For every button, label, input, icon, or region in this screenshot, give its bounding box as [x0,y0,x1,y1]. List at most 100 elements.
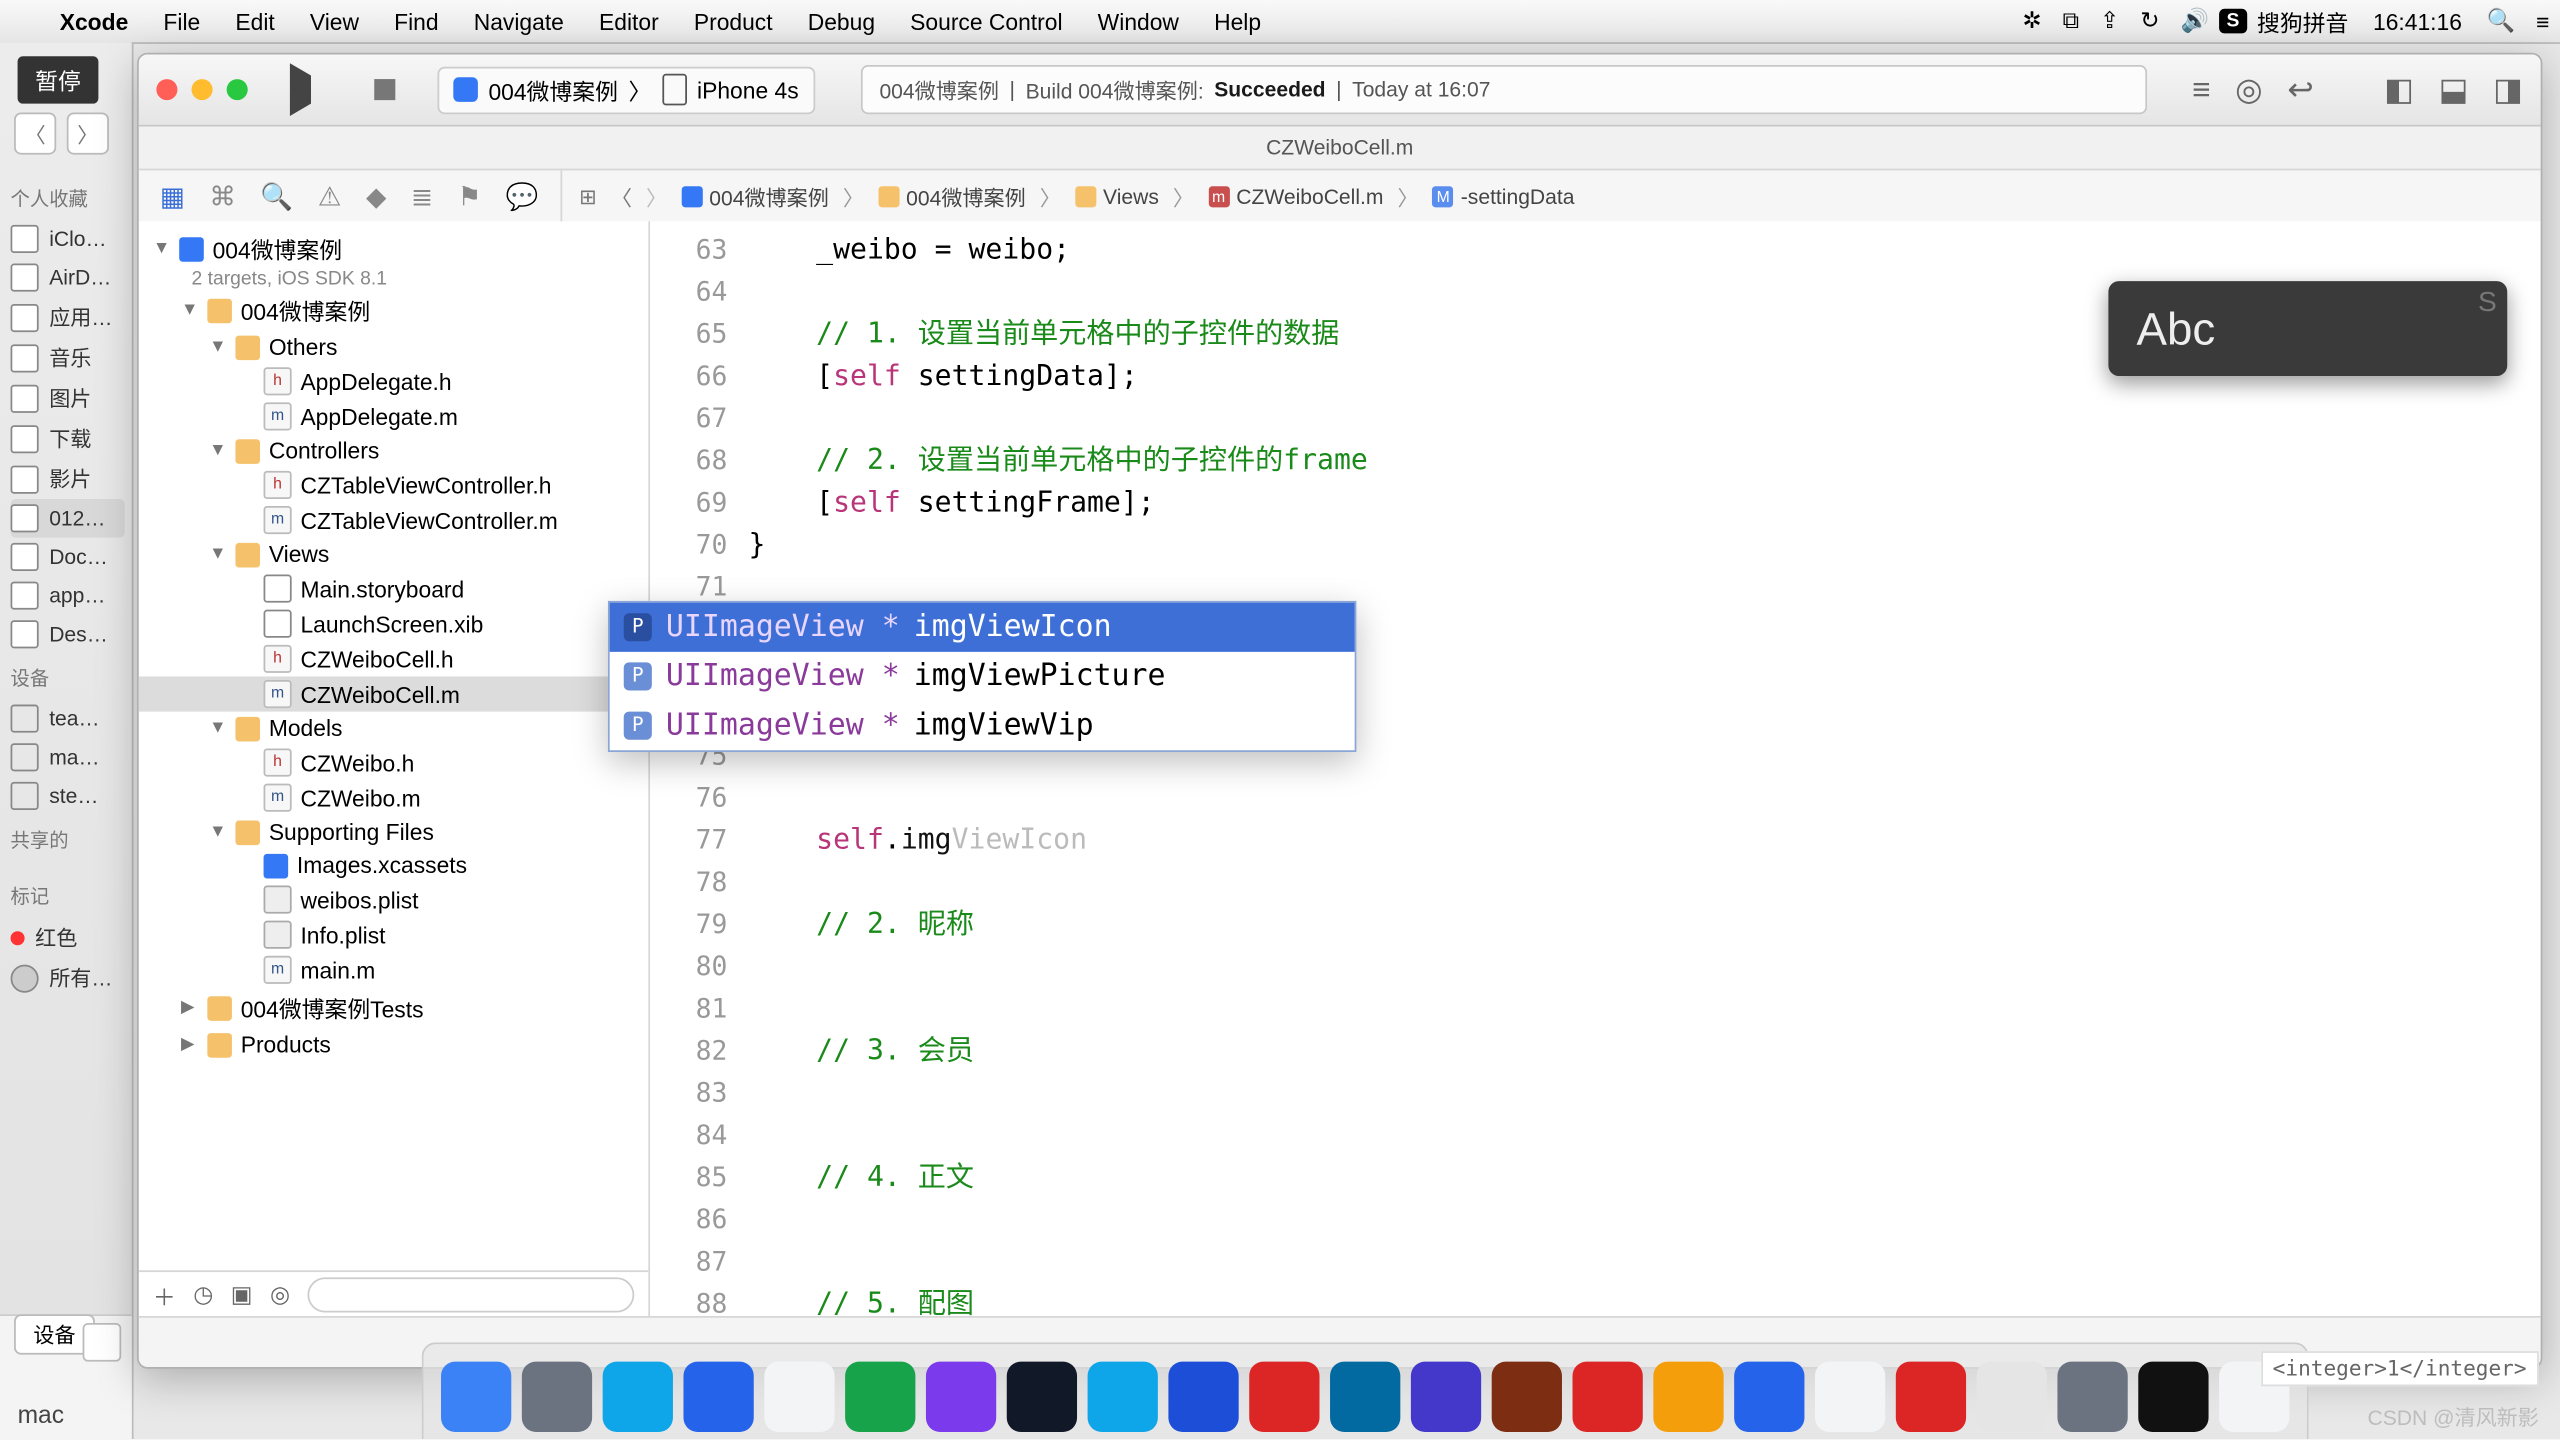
dock-app-icon[interactable] [2057,1362,2127,1432]
tree-item[interactable]: ▶Products [139,1028,649,1061]
dock-app-icon[interactable] [1653,1362,1723,1432]
sidebar-item[interactable]: AirD… [11,258,125,297]
run-button[interactable] [290,63,339,116]
dock-app-icon[interactable] [1330,1362,1400,1432]
tree-item[interactable]: hCZWeibo.h [139,745,649,780]
tag-item[interactable]: 红色 [11,917,125,957]
menubar-extra-icon[interactable]: ✲ [2012,7,2052,35]
dock-app-icon[interactable] [1977,1362,2047,1432]
code-editor[interactable]: 6364656667686970717273747576777879808182… [650,221,2541,1317]
menubar-extra-icon[interactable]: ⇪ [2090,7,2130,35]
eject-icon[interactable] [83,1323,122,1362]
sidebar-item[interactable]: iClo… [11,220,125,259]
tree-item[interactable]: mAppDelegate.m [139,399,649,434]
jump-forward-icon[interactable]: 〉 [646,182,667,212]
tree-item[interactable]: hCZTableViewController.h [139,467,649,502]
autocomplete-item[interactable]: PUIImageView * imgViewVip [610,701,1355,750]
breadcrumb[interactable]: 004微博案例 [878,182,1026,212]
autocomplete-popup[interactable]: PUIImageView * imgViewIcon PUIImageView *… [608,601,1356,752]
dock-app-icon[interactable] [1896,1362,1966,1432]
tag-item[interactable]: 所有… [11,958,125,998]
disclosure-icon[interactable]: ▼ [209,719,227,738]
disclosure-icon[interactable]: ▶ [181,1035,199,1054]
disclosure-icon[interactable]: ▶ [181,998,199,1017]
disclosure-icon[interactable]: ▼ [209,822,227,841]
toggle-left-panel-icon[interactable]: ◧ [2384,71,2414,108]
navigator-symbol-icon[interactable]: ⌘ [209,181,235,213]
tree-item[interactable]: mCZWeibo.m [139,780,649,815]
breadcrumb[interactable]: M-settingData [1433,184,1575,209]
spotlight-icon[interactable]: 🔍 [2476,7,2526,35]
menu-view[interactable]: View [292,8,376,34]
sidebar-item[interactable]: tea… [11,699,125,738]
dock-app-icon[interactable] [1734,1362,1804,1432]
dock-app-icon[interactable] [522,1362,592,1432]
disclosure-icon[interactable]: ▼ [209,441,227,460]
standard-editor-icon[interactable]: ≡ [2192,71,2210,108]
filter-input[interactable] [307,1277,634,1312]
clock[interactable]: 16:41:16 [2359,8,2476,34]
forward-button[interactable]: 〉 [67,112,109,154]
dock-app-icon[interactable] [441,1362,511,1432]
tree-item[interactable]: weibos.plist [139,882,649,917]
ime-icon[interactable]: S [2220,9,2247,34]
menu-debug[interactable]: Debug [790,8,892,34]
dock-app-icon[interactable] [845,1362,915,1432]
disclosure-icon[interactable]: ▼ [209,545,227,564]
menu-find[interactable]: Find [377,8,457,34]
menu-editor[interactable]: Editor [581,8,676,34]
tree-item[interactable]: ▼Supporting Files [139,815,649,848]
toggle-bottom-panel-icon[interactable]: ⬓ [2439,71,2469,108]
breadcrumb[interactable]: Views [1075,184,1159,209]
disclosure-icon[interactable]: ▼ [153,239,171,258]
tree-item[interactable]: mCZWeiboCell.m [139,676,649,711]
disclosure-icon[interactable]: ▼ [181,300,199,319]
tree-item[interactable]: hAppDelegate.h [139,364,649,399]
disclosure-icon[interactable]: ▼ [209,337,227,356]
app-name[interactable]: Xcode [42,8,146,34]
sidebar-item[interactable]: app… [11,576,125,615]
screen-record-icon[interactable]: ⧉ [2052,7,2089,35]
sidebar-item[interactable]: 图片 [11,378,125,418]
filter-icon[interactable]: ◎ [270,1281,290,1309]
tree-item[interactable]: ▼Models [139,712,649,745]
assistant-editor-icon[interactable]: ◎ [2235,71,2263,108]
jump-back-icon[interactable]: 〈 [611,182,632,212]
related-items-icon[interactable]: ⊞ [579,184,597,209]
menu-product[interactable]: Product [676,8,790,34]
tree-item[interactable]: LaunchScreen.xib [139,606,649,641]
dock-app-icon[interactable] [2138,1362,2208,1432]
dock-app-icon[interactable] [1249,1362,1319,1432]
menu-file[interactable]: File [146,8,218,34]
dock-app-icon[interactable] [1007,1362,1077,1432]
dock-app-icon[interactable] [1492,1362,1562,1432]
notification-center-icon[interactable]: ≡ [2526,8,2560,34]
menu-edit[interactable]: Edit [218,8,293,34]
tree-item[interactable]: ▼Views [139,538,649,571]
filter-recent-icon[interactable]: ◷ [193,1281,213,1309]
pause-button[interactable]: 暂停 [18,56,99,103]
back-button[interactable]: 〈 [14,112,56,154]
sidebar-item[interactable]: Doc… [11,538,125,577]
filter-scm-icon[interactable]: ▣ [231,1281,253,1309]
tree-item[interactable]: mCZTableViewController.m [139,503,649,538]
sidebar-item[interactable]: 音乐 [11,337,125,377]
breadcrumb[interactable]: mCZWeiboCell.m [1208,184,1383,209]
time-machine-icon[interactable]: ↻ [2130,7,2170,35]
ime-label[interactable]: 搜狗拼音 [2246,4,2358,37]
scheme-selector[interactable]: 004微博案例 〉 iPhone 4s [437,66,814,113]
autocomplete-item[interactable]: PUIImageView * imgViewIcon [610,603,1355,652]
add-button[interactable]: ＋ [153,1278,176,1311]
tree-item[interactable]: ▼004微博案例 [139,290,649,330]
tree-item[interactable]: hCZWeiboCell.h [139,641,649,676]
navigator-issue-icon[interactable]: ⚠ [318,181,342,213]
dock-app-icon[interactable] [764,1362,834,1432]
dock-app-icon[interactable] [603,1362,673,1432]
tree-item[interactable]: Main.storyboard [139,571,649,606]
dock-app-icon[interactable] [1088,1362,1158,1432]
navigator-breakpoint-icon[interactable]: ⚑ [458,181,482,213]
sidebar-item[interactable]: ma… [11,738,125,777]
menu-help[interactable]: Help [1197,8,1279,34]
sidebar-item[interactable]: 影片 [11,459,125,499]
dock[interactable] [422,1342,2309,1439]
